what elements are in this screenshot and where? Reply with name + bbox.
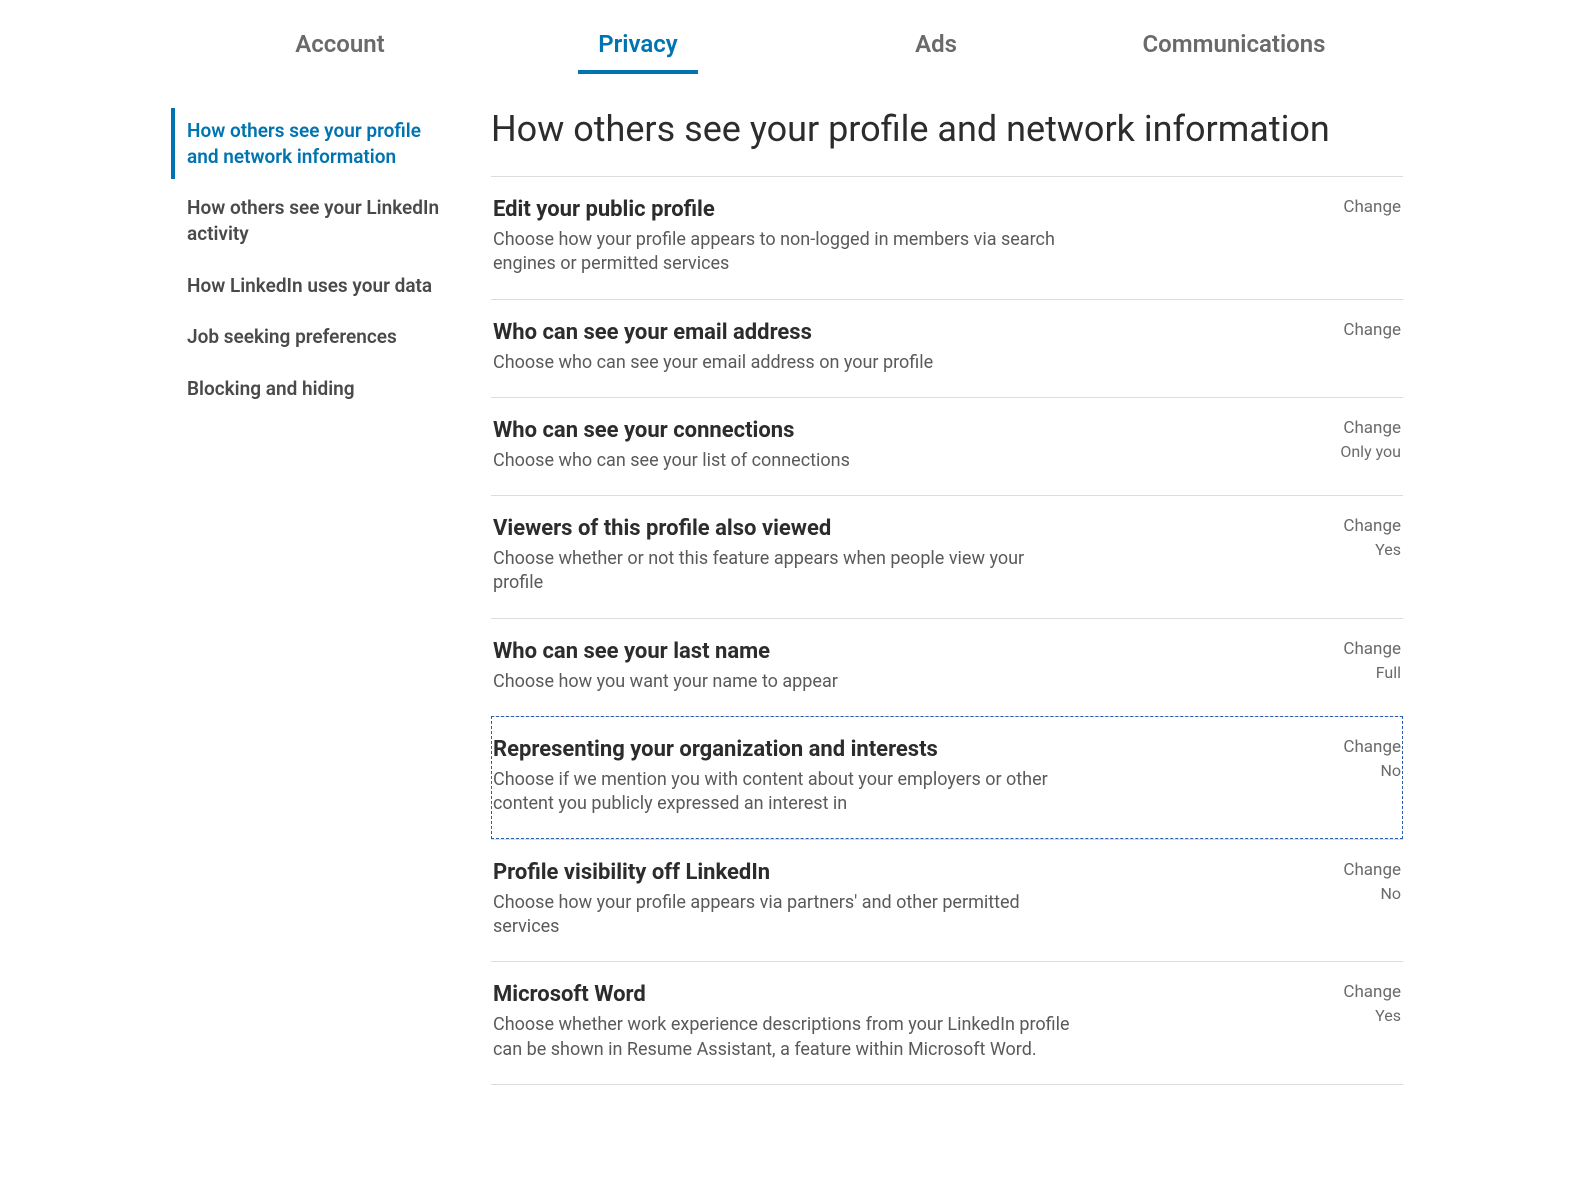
tab-privacy[interactable]: Privacy <box>489 10 787 72</box>
change-link[interactable]: Change <box>1343 737 1401 757</box>
change-link[interactable]: Change <box>1343 197 1401 217</box>
setting-title: Profile visibility off LinkedIn <box>493 860 1073 885</box>
setting-email-visibility[interactable]: Who can see your email address Choose wh… <box>491 299 1403 397</box>
tab-communications[interactable]: Communications <box>1085 10 1383 72</box>
setting-title: Viewers of this profile also viewed <box>493 516 1073 541</box>
setting-title: Edit your public profile <box>493 197 1073 222</box>
setting-title: Who can see your connections <box>493 418 850 443</box>
setting-microsoft-word[interactable]: Microsoft Word Choose whether work exper… <box>491 961 1403 1085</box>
tab-account[interactable]: Account <box>191 10 489 72</box>
setting-desc: Choose whether work experience descripti… <box>493 1013 1073 1062</box>
main-panel: How others see your profile and network … <box>471 108 1403 1085</box>
change-link[interactable]: Change <box>1343 516 1401 536</box>
sidebar-item-linkedin-activity[interactable]: How others see your LinkedIn activity <box>171 185 451 256</box>
setting-visibility-off-linkedin[interactable]: Profile visibility off LinkedIn Choose h… <box>491 839 1403 962</box>
setting-desc: Choose how you want your name to appear <box>493 670 838 694</box>
tab-ads[interactable]: Ads <box>787 10 1085 72</box>
setting-status: No <box>1343 884 1401 903</box>
setting-connections-visibility[interactable]: Who can see your connections Choose who … <box>491 397 1403 495</box>
change-link[interactable]: Change <box>1340 418 1401 438</box>
sidebar-item-blocking[interactable]: Blocking and hiding <box>171 366 451 412</box>
top-tabs: Account Privacy Ads Communications <box>171 10 1403 72</box>
setting-desc: Choose how your profile appears to non-l… <box>493 228 1073 277</box>
page-title: How others see your profile and network … <box>491 108 1403 150</box>
setting-last-name[interactable]: Who can see your last name Choose how yo… <box>491 618 1403 716</box>
sidebar-item-profile-network[interactable]: How others see your profile and network … <box>171 108 451 179</box>
sidebar-item-job-seeking[interactable]: Job seeking preferences <box>171 314 451 360</box>
setting-status: No <box>1343 761 1401 780</box>
change-link[interactable]: Change <box>1343 639 1401 659</box>
setting-title: Microsoft Word <box>493 982 1073 1007</box>
sidebar-item-data-use[interactable]: How LinkedIn uses your data <box>171 263 451 309</box>
setting-status: Full <box>1343 663 1401 682</box>
setting-desc: Choose whether or not this feature appea… <box>493 547 1073 596</box>
change-link[interactable]: Change <box>1343 860 1401 880</box>
change-link[interactable]: Change <box>1343 320 1401 340</box>
setting-desc: Choose who can see your list of connecti… <box>493 449 850 473</box>
change-link[interactable]: Change <box>1343 982 1401 1002</box>
setting-viewers-also-viewed[interactable]: Viewers of this profile also viewed Choo… <box>491 495 1403 618</box>
setting-public-profile[interactable]: Edit your public profile Choose how your… <box>491 176 1403 299</box>
setting-title: Who can see your last name <box>493 639 838 664</box>
setting-status: Yes <box>1343 1006 1401 1025</box>
sidebar: How others see your profile and network … <box>171 108 471 1085</box>
setting-status: Yes <box>1343 540 1401 559</box>
setting-desc: Choose if we mention you with content ab… <box>493 768 1073 817</box>
setting-desc: Choose how your profile appears via part… <box>493 891 1073 940</box>
setting-title: Who can see your email address <box>493 320 933 345</box>
setting-status: Only you <box>1340 442 1401 461</box>
setting-desc: Choose who can see your email address on… <box>493 351 933 375</box>
setting-title: Representing your organization and inter… <box>493 737 1073 762</box>
setting-representing-org[interactable]: Representing your organization and inter… <box>491 716 1403 839</box>
